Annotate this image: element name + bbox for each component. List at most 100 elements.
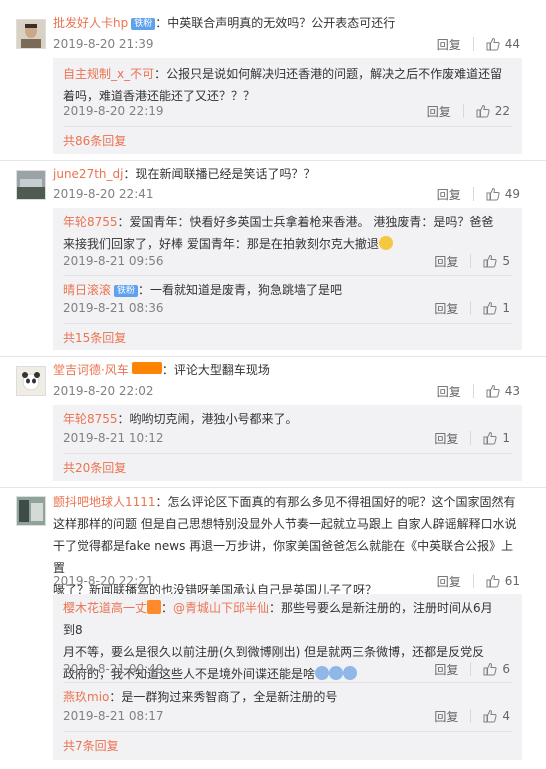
action-divider xyxy=(472,574,474,588)
more-replies-link[interactable]: 共20条回复 xyxy=(63,460,126,476)
reply-button[interactable]: 回复 xyxy=(427,103,451,120)
reply-button[interactable]: 回复 xyxy=(437,573,461,590)
username-link[interactable]: 颤抖吧地球人1111 xyxy=(53,495,156,509)
more-replies-link[interactable]: 共7条回复 xyxy=(63,738,119,754)
comment-body-cont: 干了觉得都是fake news 再退一万步讲，你家美国爸爸怎么就能在《中英联合公… xyxy=(53,539,514,575)
like-count: 1 xyxy=(502,431,510,445)
thumbs-up-icon xyxy=(486,384,500,398)
crying-emoji-icon xyxy=(315,666,330,680)
user-avatar[interactable] xyxy=(16,366,46,396)
reply-actions: 回复 5 xyxy=(434,253,510,269)
crying-emoji-icon xyxy=(343,666,358,680)
username-link[interactable]: 年轮8755 xyxy=(63,215,118,229)
comment-actions: 回复 49 xyxy=(437,186,520,202)
reply-time: 2019-8-21 09:56 xyxy=(63,254,164,268)
reply-actions: 回复 1 xyxy=(434,300,510,316)
user-avatar[interactable] xyxy=(16,19,46,49)
reply-actions: 回复 22 xyxy=(427,103,510,119)
thumbs-up-icon xyxy=(483,301,497,315)
comment-time: 2019-8-20 21:39 xyxy=(53,37,154,51)
reply-button[interactable]: 回复 xyxy=(437,36,461,53)
reply-actions: 回复 4 xyxy=(434,708,510,724)
thumbs-up-icon xyxy=(483,709,497,723)
username-link[interactable]: 批发好人卡hp xyxy=(53,16,128,30)
reply-button[interactable]: 回复 xyxy=(437,186,461,203)
username-link[interactable]: 自主规制_x_不可 xyxy=(63,67,154,81)
reply-time: 2019-8-20 22:19 xyxy=(63,104,164,118)
comment-actions: 回复 43 xyxy=(437,383,520,399)
reply-body: ：是一群狗过来秀智商了，全是新注册的号 xyxy=(109,690,338,704)
fan-badge: 铁粉 xyxy=(131,18,156,30)
reply-text: 年轮8755：哟哟切克闹，港独小号都来了。 xyxy=(63,408,503,430)
like-button[interactable]: 1 xyxy=(483,301,510,315)
thumbs-up-icon xyxy=(486,574,500,588)
comment-divider xyxy=(0,160,546,161)
like-button[interactable]: 43 xyxy=(486,384,520,398)
reply-text: 燕玖mio：是一群狗过来秀智商了，全是新注册的号 xyxy=(63,686,503,708)
like-button[interactable]: 44 xyxy=(486,37,520,51)
username-link[interactable]: 樱木花道高一丈 xyxy=(63,601,147,615)
reply-button[interactable]: 回复 xyxy=(437,383,461,400)
reply-button[interactable]: 回复 xyxy=(434,661,458,678)
more-replies-link[interactable]: 共86条回复 xyxy=(63,133,126,149)
comment-actions: 回复 44 xyxy=(437,36,520,52)
divider xyxy=(63,126,512,127)
action-divider xyxy=(472,37,474,51)
reply-actions: 回复 6 xyxy=(434,661,510,677)
like-button[interactable]: 4 xyxy=(483,709,510,723)
reply-time: 2019-8-21 00:49 xyxy=(63,662,164,676)
reply-body: ：哟哟切克闹，港独小号都来了。 xyxy=(117,412,298,426)
reply-actions: 回复 1 xyxy=(434,430,510,446)
comment-body: ：现在新闻联播已经是笑话了吗？？ xyxy=(123,167,316,181)
like-button[interactable]: 6 xyxy=(483,662,510,676)
comment-text: 批发好人卡hp 铁粉 ：中英联合声明真的无效吗？公开表态可还行 xyxy=(53,12,523,34)
vip-badge-icon xyxy=(131,362,162,374)
reply-button[interactable]: 回复 xyxy=(434,708,458,725)
comment-divider xyxy=(0,487,546,488)
like-count: 44 xyxy=(504,37,520,51)
reply-body: ： xyxy=(161,601,174,615)
mention-link[interactable]: @青城山下邱半仙 xyxy=(173,601,269,615)
username-link[interactable]: 晴日滚滚 xyxy=(63,283,111,297)
reply-time: 2019-8-21 10:12 xyxy=(63,431,164,445)
comment-body: ：怎么评论区下面真的有那么多见不得祖国好的呢？这个国家固然有 xyxy=(155,495,516,509)
comment-text: june27th_dj：现在新闻联播已经是笑话了吗？？ xyxy=(53,163,523,185)
like-button[interactable]: 61 xyxy=(486,574,520,588)
reply-button[interactable]: 回复 xyxy=(434,300,458,317)
divider xyxy=(63,453,512,454)
like-count: 6 xyxy=(502,662,510,676)
action-divider xyxy=(472,187,474,201)
username-link[interactable]: 堂吉诃德·风车 xyxy=(53,363,129,377)
like-count: 61 xyxy=(504,574,520,588)
user-avatar[interactable] xyxy=(16,170,46,200)
comment-section: 批发好人卡hp 铁粉 ：中英联合声明真的无效吗？公开表态可还行 2019-8-20 … xyxy=(0,0,546,769)
reply-list: 樱木花道高一丈 ：@青城山下邱半仙：那些号要么是新注册的，注册时间从6月到8 月不… xyxy=(53,594,522,760)
reply-body: ：爱国青年：快看好多英国士兵拿着枪来香港。 港独废青：是吗？爸爸 xyxy=(117,215,494,229)
comment-time: 2019-8-20 22:41 xyxy=(53,187,154,201)
reply-button[interactable]: 回复 xyxy=(434,430,458,447)
reply-text: 晴日滚滚 铁粉 ：一看就知道是废青，狗急跳墙了是吧 xyxy=(63,279,503,301)
like-button[interactable]: 22 xyxy=(476,104,510,118)
action-divider xyxy=(470,709,472,723)
thumbs-up-icon xyxy=(476,104,490,118)
like-button[interactable]: 5 xyxy=(483,254,510,268)
user-avatar[interactable] xyxy=(16,496,46,526)
username-link[interactable]: june27th_dj xyxy=(53,167,123,181)
reply-body-cont: 来接我们回家了，好棒 爱国青年：那是在拍敦刻尔克大撤退 xyxy=(63,237,379,251)
like-count: 22 xyxy=(494,104,510,118)
more-replies-link[interactable]: 共15条回复 xyxy=(63,330,126,346)
fan-badge: 铁粉 xyxy=(114,285,139,297)
like-button[interactable]: 49 xyxy=(486,187,520,201)
action-divider xyxy=(470,431,472,445)
action-divider xyxy=(462,104,464,118)
username-link[interactable]: 年轮8755 xyxy=(63,412,118,426)
reply-body: ：一看就知道是废青，狗急跳墙了是吧 xyxy=(138,283,343,297)
reply-button[interactable]: 回复 xyxy=(434,253,458,270)
username-link[interactable]: 燕玖mio xyxy=(63,690,109,704)
reply-list: 自主规制_x_不可：公报只是说如何解决归还香港的问题，解决之后不作废难道还留 着… xyxy=(53,58,522,154)
like-button[interactable]: 1 xyxy=(483,431,510,445)
crown-badge-icon xyxy=(147,600,162,614)
reply-body-cont: 月不等，要么是很久以前注册(久到微博刚出) 但是就两三条微博，还都是反党反 xyxy=(63,645,485,659)
like-count: 5 xyxy=(502,254,510,268)
comment-body: ：评论大型翻车现场 xyxy=(161,363,270,377)
